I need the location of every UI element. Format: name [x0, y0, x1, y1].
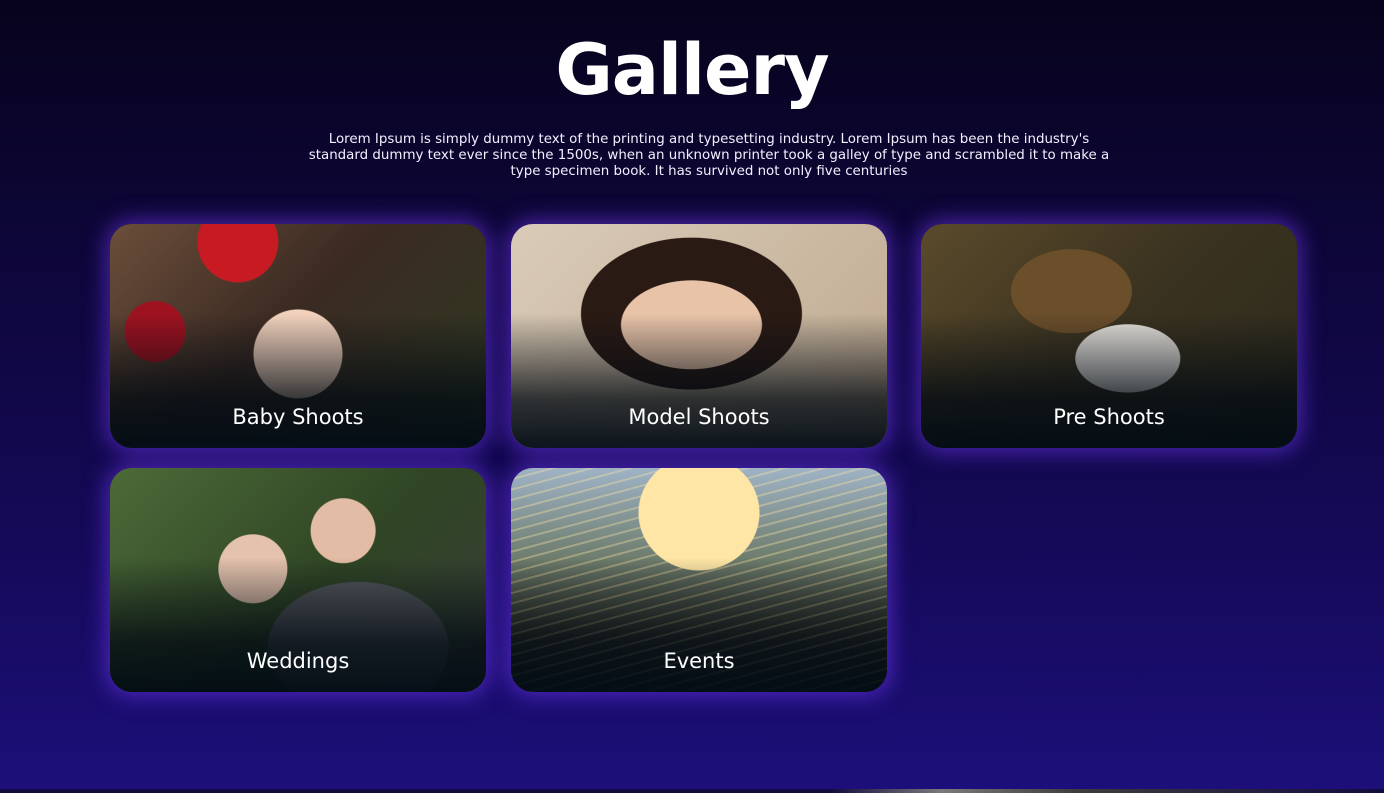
gallery-page: Gallery Lorem Ipsum is simply dummy text… [0, 0, 1384, 793]
gallery-card-pre-shoots[interactable]: Pre Shoots [921, 224, 1297, 448]
card-label: Model Shoots [628, 405, 770, 429]
page-description: Lorem Ipsum is simply dummy text of the … [308, 132, 1110, 179]
page-title: Gallery [555, 29, 829, 111]
gallery-card-events[interactable]: Events [511, 468, 887, 692]
card-label: Pre Shoots [1053, 405, 1165, 429]
gallery-card-weddings[interactable]: Weddings [110, 468, 486, 692]
card-label: Weddings [246, 649, 350, 673]
gallery-card-model-shoots[interactable]: Model Shoots [511, 224, 887, 448]
card-label: Events [663, 649, 735, 673]
bottom-divider [0, 789, 1384, 793]
gallery-card-baby-shoots[interactable]: Baby Shoots [110, 224, 486, 448]
card-label: Baby Shoots [232, 405, 364, 429]
